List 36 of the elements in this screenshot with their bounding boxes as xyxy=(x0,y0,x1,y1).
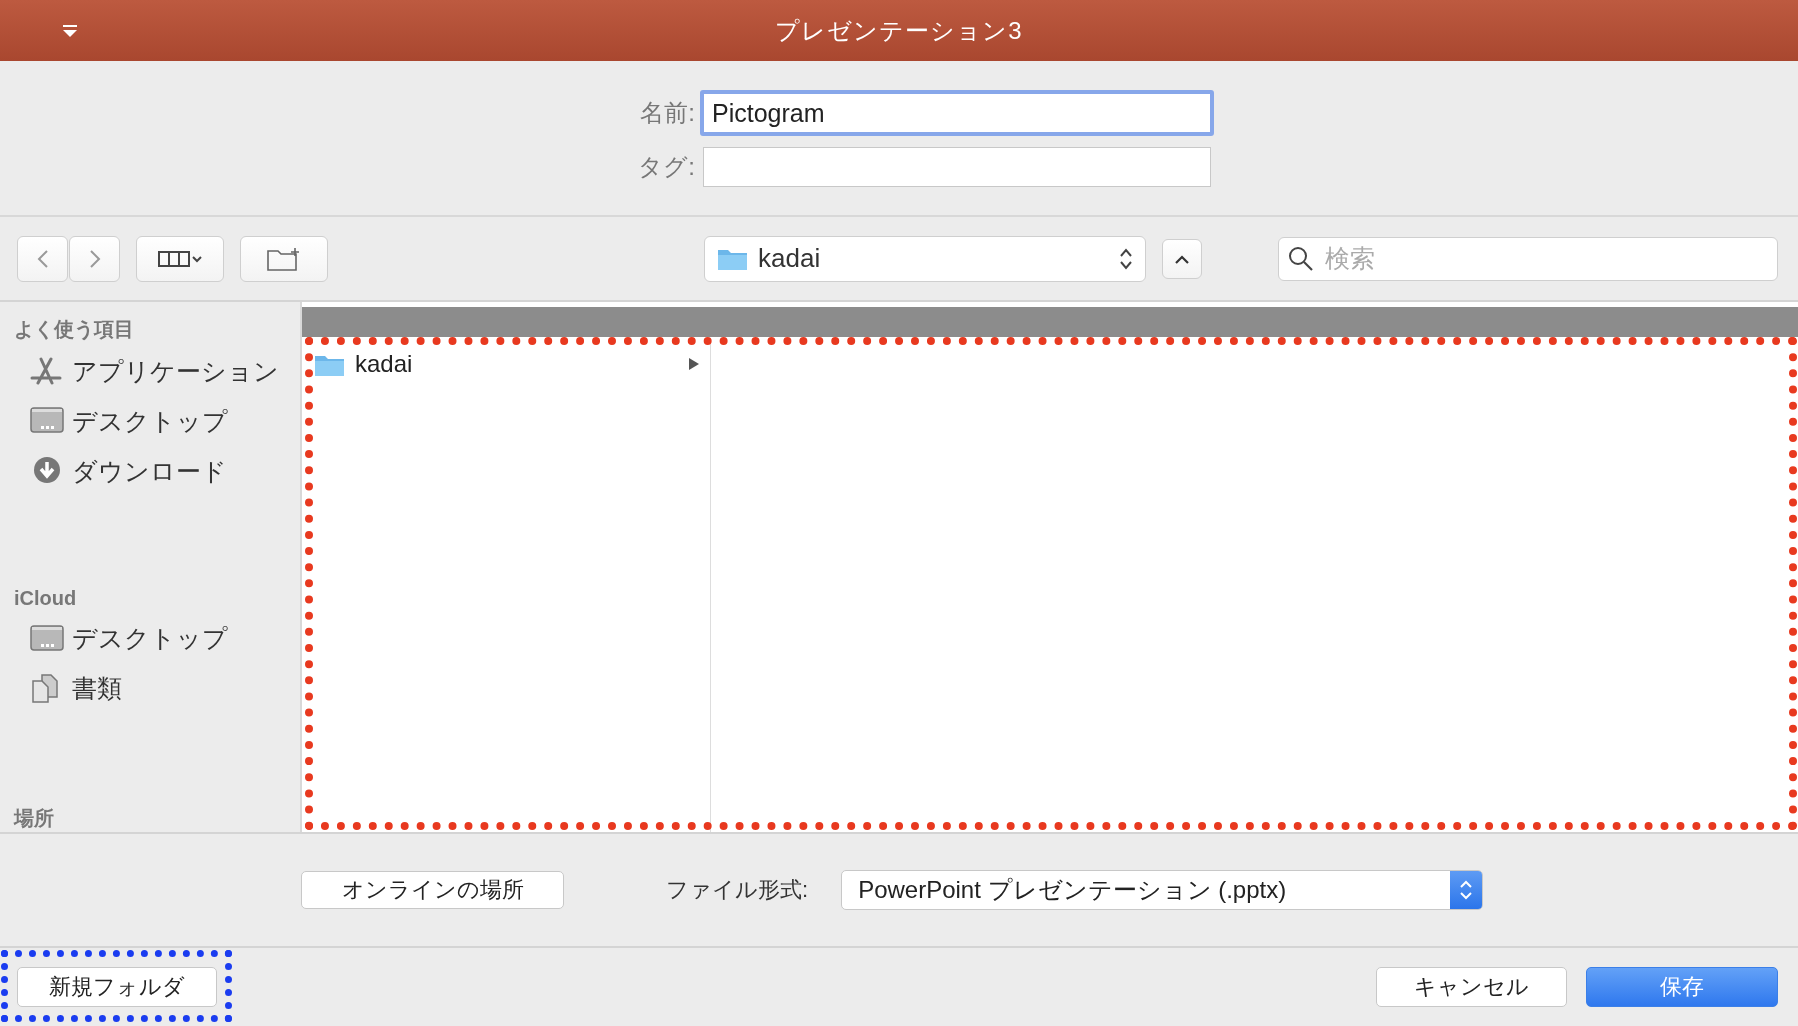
sidebar-item[interactable]: アプリケーション xyxy=(14,347,300,397)
tag-field[interactable] xyxy=(703,147,1211,187)
field-label: タグ: xyxy=(637,152,695,182)
columns-icon xyxy=(158,248,202,269)
folder-row[interactable]: kadai xyxy=(302,346,710,382)
cancel-button[interactable]: キャンセル xyxy=(1376,967,1567,1007)
collapse-button[interactable] xyxy=(1162,238,1202,279)
app-store-icon xyxy=(30,356,64,387)
sidebar-item[interactable]: 書類 xyxy=(14,663,300,714)
chevron-up-icon xyxy=(1174,253,1190,264)
format-label: ファイル形式: xyxy=(666,876,809,904)
new-folder-button[interactable]: 新規フォルダ xyxy=(17,967,217,1007)
updown-icon xyxy=(1459,879,1474,901)
name-field[interactable]: Pictogram xyxy=(700,90,1214,136)
new-folder-button[interactable] xyxy=(240,235,328,282)
menu-icon[interactable] xyxy=(62,24,78,38)
window-title: プレゼンテーション3 xyxy=(775,15,1023,46)
sidebar-heading: 場所 xyxy=(14,805,55,831)
folder-plus-icon xyxy=(266,245,302,272)
sidebar-item[interactable]: ダウンロード xyxy=(14,446,300,496)
chevron-left-icon xyxy=(36,248,49,269)
updown-icon xyxy=(1119,246,1133,271)
search-field[interactable]: 検索 xyxy=(1278,236,1778,281)
chevron-right-icon xyxy=(88,248,101,269)
view-button[interactable] xyxy=(136,235,224,282)
sidebar-heading: iCloud xyxy=(14,587,78,612)
sidebar-heading: よく使う項目 xyxy=(14,317,135,342)
file-format-dropdown[interactable]: PowerPoint プレゼンテーション (.pptx) xyxy=(841,870,1484,910)
desktop-icon xyxy=(30,623,64,654)
search-icon xyxy=(1288,245,1314,272)
sidebar-item[interactable]: デスクトップ xyxy=(14,614,300,664)
location-dropdown[interactable]: kadai xyxy=(704,235,1146,282)
online-locations-button[interactable]: オンラインの場所 xyxy=(301,871,564,909)
sidebar-item[interactable]: デスクトップ xyxy=(14,396,300,447)
disclosure-arrow-icon xyxy=(688,357,700,371)
field-label: 名前: xyxy=(639,98,695,128)
